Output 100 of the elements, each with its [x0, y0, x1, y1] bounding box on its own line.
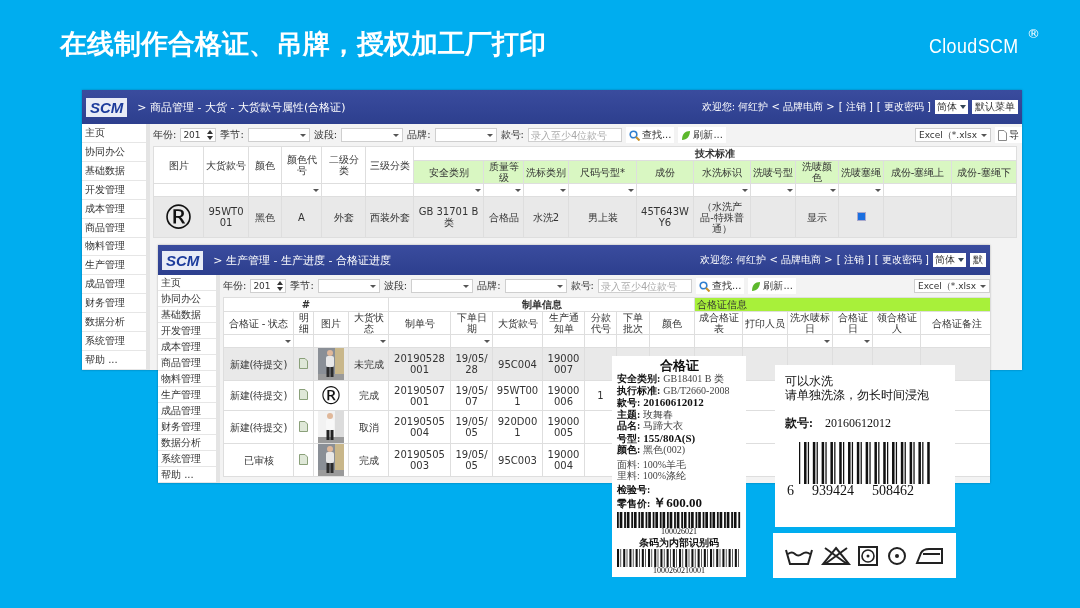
- table-cell: 完成: [358, 390, 379, 401]
- search-field[interactable]: 录入至少4位款号: [597, 279, 692, 293]
- barcode-digits: 508462: [872, 483, 914, 498]
- registered-symbol: ®: [319, 381, 343, 410]
- document-icon: [998, 129, 1007, 141]
- table-cell: 已审核: [243, 454, 274, 466]
- menu-dropdown[interactable]: 默认菜单: [972, 100, 1018, 114]
- field-value: GB/T2660-2008: [663, 384, 730, 396]
- document-icon[interactable]: [299, 420, 308, 432]
- column-header: 明细: [298, 312, 309, 334]
- table-cell: 合格品: [488, 211, 519, 223]
- refresh-button[interactable]: 刷新...: [678, 127, 726, 143]
- header-link[interactable]: [ 更改密码 ]: [876, 100, 931, 114]
- caret-icon: [463, 284, 470, 288]
- table-cell: 完成: [358, 454, 379, 466]
- dropdown-field[interactable]: [317, 279, 380, 293]
- caret-icon: [285, 340, 291, 343]
- sidebar-item[interactable]: 开发管理: [158, 323, 216, 339]
- export-format-dropdown[interactable]: Excel（*.xlsx: [913, 279, 990, 293]
- language-dropdown[interactable]: 简体: [933, 253, 966, 267]
- barcode-digits: 6: [787, 483, 794, 498]
- barcode-note: 条码为内部识别码: [639, 536, 719, 548]
- sidebar-item[interactable]: 帮助 ...: [82, 351, 146, 370]
- header-link[interactable]: [ 注销 ]: [838, 100, 873, 114]
- sidebar-item[interactable]: 帮助 ...: [158, 467, 216, 483]
- sidebar-item[interactable]: 成本管理: [158, 339, 216, 355]
- header-link[interactable]: [ 注销 ]: [836, 253, 871, 267]
- column-header: 三级分类: [369, 159, 410, 171]
- sidebar-item[interactable]: 主页: [158, 275, 216, 291]
- sidebar-item[interactable]: 物料管理: [82, 237, 146, 257]
- sidebar-item[interactable]: 成品管理: [158, 403, 216, 419]
- document-icon[interactable]: [299, 389, 308, 400]
- sidebar-item[interactable]: 财务管理: [82, 294, 146, 314]
- table-cell: 20190505004: [394, 416, 445, 438]
- caret-icon: [313, 189, 319, 192]
- field-label: 款号:: [785, 414, 813, 432]
- sidebar-item[interactable]: 系统管理: [158, 451, 216, 467]
- column-group-header: 技术标准: [695, 148, 736, 159]
- caret-icon: [475, 189, 481, 192]
- sidebar-item[interactable]: 主页: [82, 124, 146, 143]
- dropdown-field[interactable]: [411, 279, 474, 293]
- sidebar-item[interactable]: 成本管理: [82, 199, 146, 219]
- sidebar-item[interactable]: 商品管理: [158, 355, 216, 371]
- column-header: 分款代号: [590, 312, 611, 334]
- year-field[interactable]: 201: [180, 128, 217, 142]
- search-field[interactable]: 录入至少4位款号: [527, 128, 622, 142]
- field-label: 品名:: [617, 420, 641, 432]
- column-header: 成合格证表: [698, 312, 739, 334]
- sidebar-item[interactable]: 数据分析: [158, 435, 216, 451]
- menu-dropdown[interactable]: 默: [970, 253, 986, 267]
- table-cell: 95WT001: [496, 384, 539, 407]
- header-link[interactable]: [ 更改密码 ]: [874, 253, 929, 267]
- field-value: 黑色(002): [643, 444, 685, 456]
- refresh-button[interactable]: 刷新...: [748, 278, 796, 294]
- sidebar-item[interactable]: 基础数据: [158, 307, 216, 323]
- spinner-icon[interactable]: [277, 281, 284, 291]
- brand-logo: CloudSCM: [929, 34, 1020, 58]
- caret-icon: [628, 189, 634, 192]
- sidebar-item[interactable]: 成品管理: [82, 275, 146, 295]
- table-cell: 95WT001: [208, 206, 244, 228]
- sidebar-item[interactable]: 基础数据: [82, 161, 146, 181]
- year-field[interactable]: 201: [250, 279, 287, 293]
- column-header: 洗水唛标日: [790, 312, 831, 334]
- caret-icon: [556, 284, 563, 288]
- document-icon[interactable]: [299, 357, 308, 369]
- table-cell: 显示: [807, 211, 827, 223]
- table-cell: 黑色: [255, 211, 275, 223]
- sidebar-item[interactable]: 生产管理: [82, 256, 146, 276]
- table-cell: 19000004: [547, 449, 580, 471]
- search-button[interactable]: 查找...: [625, 127, 675, 143]
- sidebar-item[interactable]: 系统管理: [82, 332, 146, 352]
- dropdown-field[interactable]: [504, 279, 567, 293]
- dropdown-field[interactable]: [341, 128, 404, 142]
- filter-field[interactable]: [293, 334, 314, 348]
- language-dropdown[interactable]: 简体: [935, 100, 968, 114]
- app-logo: SCM: [86, 97, 128, 117]
- field-value: 100%羊毛: [642, 458, 687, 470]
- sidebar-item[interactable]: 协同办公: [82, 142, 146, 162]
- caret-icon: [515, 189, 521, 192]
- sidebar-item[interactable]: 生产管理: [158, 387, 216, 403]
- field-label: 号型:: [617, 432, 641, 445]
- export-format-dropdown[interactable]: Excel（*.xlsx: [914, 128, 991, 142]
- export-button[interactable]: 导: [995, 127, 1022, 143]
- column-header: 成份: [655, 166, 675, 178]
- sidebar-item[interactable]: 协同办公: [158, 291, 216, 307]
- document-icon[interactable]: [299, 453, 308, 465]
- iron-icon: [914, 545, 945, 566]
- sidebar-item[interactable]: 数据分析: [82, 313, 146, 333]
- tumble-dry-icon: [857, 545, 880, 566]
- sidebar-item[interactable]: 商品管理: [82, 218, 146, 238]
- table-cell: 19000007: [547, 353, 580, 375]
- sidebar-item[interactable]: 物料管理: [158, 371, 216, 387]
- sidebar-item[interactable]: 开发管理: [82, 180, 146, 200]
- spinner-icon[interactable]: [207, 130, 214, 140]
- checkbox[interactable]: [856, 211, 866, 221]
- search-button[interactable]: 查找...: [695, 278, 745, 294]
- dropdown-field[interactable]: [434, 128, 497, 142]
- table-cell: 95C004: [498, 358, 537, 370]
- dropdown-field[interactable]: [247, 128, 310, 142]
- sidebar-item[interactable]: 财务管理: [158, 419, 216, 435]
